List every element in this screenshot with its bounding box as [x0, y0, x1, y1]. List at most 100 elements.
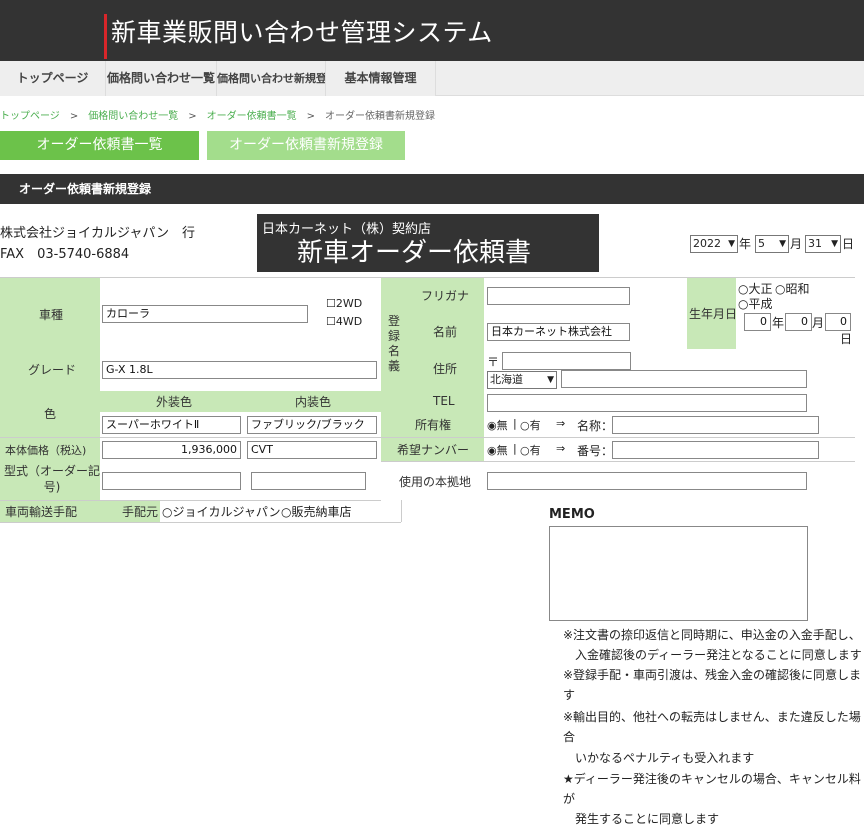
nav-top-page[interactable]: トップページ: [0, 61, 106, 96]
section-title: オーダー依頼書新規登録: [0, 174, 864, 204]
plate-no-radio[interactable]: ◉無: [487, 442, 508, 458]
era-showa-radio[interactable]: ○昭和: [775, 280, 810, 297]
name-input[interactable]: 日本カーネット株式会社: [487, 323, 630, 341]
divider: [0, 500, 381, 501]
transport-label: 車両輸送手配: [5, 505, 78, 519]
breadcrumb-sep: >: [188, 111, 197, 122]
app-header: 新車業販問い合わせ管理システム: [0, 0, 864, 61]
recipient-fax: FAX 03-5740-6884: [0, 247, 130, 262]
chevron-down-icon: ▼: [779, 239, 786, 249]
ownership-no-radio[interactable]: ◉無: [487, 417, 508, 433]
divider: [401, 500, 402, 522]
birth-date-label: 生年月日: [689, 307, 738, 321]
tel-input[interactable]: [487, 394, 807, 412]
plate-arrow: ⇒: [556, 442, 566, 455]
year-select[interactable]: 2022 ▼: [690, 235, 738, 253]
ownership-label: 所有権: [415, 418, 452, 432]
breadcrumb-sep: >: [69, 111, 79, 122]
postal-mark: 〒: [487, 355, 500, 369]
ownership-pipe: |: [513, 417, 517, 430]
furigana-input[interactable]: [487, 287, 630, 305]
header-accent-bar: [104, 14, 107, 59]
memo-note: ※輸出目的、他社への転売はしません、また違反した場: [563, 710, 861, 724]
address-input[interactable]: [561, 370, 807, 388]
type-input[interactable]: [102, 472, 241, 490]
drive-4wd-checkbox[interactable]: ☐4WD: [326, 315, 362, 328]
ownership-yes-radio[interactable]: ○有: [520, 417, 541, 433]
day-unit: 日: [842, 237, 855, 251]
grade-label: グレード: [28, 363, 77, 377]
memo-note: ※注文書の捺印返信と同時期に、申込金の入金手配し、: [563, 628, 861, 642]
price-label: 本体価格（税込): [5, 444, 87, 457]
memo-textarea[interactable]: [549, 526, 808, 621]
ownership-arrow: ⇒: [556, 417, 566, 430]
breadcrumb-top[interactable]: トップページ: [0, 111, 60, 122]
birth-month-unit: 月: [812, 316, 825, 330]
drive-2wd-checkbox[interactable]: ☐2WD: [326, 297, 362, 310]
order-new-button[interactable]: オーダー依頼書新規登録: [207, 131, 405, 160]
base-location-label: 使用の本拠地: [399, 475, 472, 489]
memo-note: ★ディーラー発注後のキャンセルの場合、キャンセル料: [563, 772, 861, 786]
birth-month-input[interactable]: 0: [785, 313, 812, 331]
order-list-button[interactable]: オーダー依頼書一覧: [0, 131, 199, 160]
plate-yes-radio[interactable]: ○有: [520, 442, 541, 458]
memo-note: す: [563, 688, 576, 702]
chevron-down-icon: ▼: [728, 239, 735, 249]
memo-note: 入金確認後のディーラー発注となることに同意します: [563, 648, 862, 662]
type-label: 型式（オーダー記号): [4, 464, 101, 494]
nav-price-inquiry-new[interactable]: 価格問い合わせ新規登録: [217, 61, 326, 96]
plate-number-label: 番号：: [577, 444, 614, 458]
divider: [0, 277, 381, 278]
arranger-dealer-radio[interactable]: ○販売納車店: [281, 503, 352, 520]
arranger-joycal-radio[interactable]: ○ジョイカルジャパン: [162, 503, 281, 520]
chevron-down-icon: ▼: [831, 239, 838, 249]
postal-code-input[interactable]: [502, 352, 631, 370]
year-unit: 年: [739, 237, 752, 251]
birth-day-unit: 日: [840, 332, 853, 346]
transmission-input[interactable]: CVT: [247, 441, 377, 459]
main-nav: トップページ 価格問い合わせ一覧 価格問い合わせ新規登録 基本情報管理: [0, 61, 864, 96]
breadcrumb-order-list[interactable]: オーダー依頼書一覧: [207, 111, 297, 122]
breadcrumb-price-list[interactable]: 価格問い合わせ一覧: [88, 111, 178, 122]
nav-basic-info[interactable]: 基本情報管理: [326, 61, 436, 96]
arranger-label: 手配元: [122, 505, 159, 519]
divider: [0, 437, 381, 438]
grade-input[interactable]: G-X 1.8L: [102, 361, 377, 379]
order-banner: 日本カーネット（株）契約店 新車オーダー依頼書: [257, 214, 599, 272]
furigana-label: フリガナ: [421, 289, 470, 303]
ownership-name-input[interactable]: [612, 416, 819, 434]
memo-note: が: [563, 792, 576, 806]
plate-number-input[interactable]: [612, 441, 819, 459]
memo-note: ※登録手配・車両引渡は、残金入金の確認後に同意しま: [563, 668, 862, 682]
recipient-company: 株式会社ジョイカルジャパン 行: [0, 226, 196, 241]
birth-day-input[interactable]: 0: [825, 313, 851, 331]
memo-label: MEMO: [549, 507, 595, 522]
nav-price-inquiry-list[interactable]: 価格問い合わせ一覧: [106, 61, 217, 96]
chevron-down-icon: ▼: [547, 375, 554, 385]
month-select[interactable]: 5 ▼: [755, 235, 789, 253]
plate-label: 希望ナンバー: [397, 443, 470, 457]
memo-note: 合: [563, 730, 576, 744]
base-location-input[interactable]: [487, 472, 807, 490]
price-input[interactable]: 1,936,000: [102, 441, 241, 459]
birth-year-input[interactable]: 0: [744, 313, 771, 331]
breadcrumb-current: オーダー依頼書新規登録: [324, 111, 435, 122]
birth-year-unit: 年: [772, 316, 785, 330]
prefecture-select[interactable]: 北海道 ▼: [487, 371, 557, 389]
month-unit: 月: [790, 237, 803, 251]
day-select[interactable]: 31 ▼: [805, 235, 841, 253]
interior-color-input[interactable]: ファブリック/ブラック: [247, 416, 377, 434]
divider: [381, 277, 855, 278]
name-label: 名前: [433, 325, 458, 339]
era-heisei-radio[interactable]: ○平成: [738, 295, 773, 312]
exterior-color-input[interactable]: スーパーホワイトⅡ: [102, 416, 241, 434]
address-label: 住所: [433, 362, 458, 376]
ownership-name-label: 名称：: [577, 419, 614, 433]
color-label: 色: [44, 407, 57, 421]
tel-label: TEL: [433, 394, 455, 408]
interior-color-label: 内装色: [295, 395, 332, 409]
memo-note: 発生することに同意します: [563, 812, 720, 826]
model-input[interactable]: カローラ: [102, 305, 308, 323]
type-code-input[interactable]: [251, 472, 366, 490]
app-title: 新車業販問い合わせ管理システム: [111, 18, 493, 47]
